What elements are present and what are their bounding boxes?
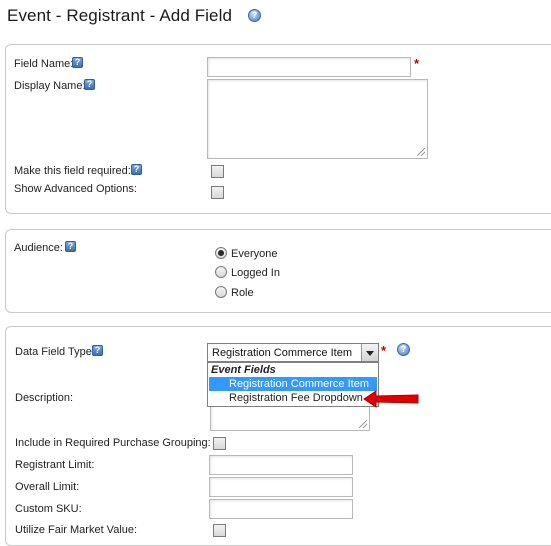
data-field-type-dropdown: Event Fields Registration Commerce Item …	[207, 362, 379, 407]
field-name-help-icon[interactable]: ?	[72, 57, 83, 68]
display-name-help-icon[interactable]: ?	[84, 79, 95, 90]
fair-market-value-label: Utilize Fair Market Value:	[15, 524, 138, 536]
registrant-limit-label: Registrant Limit:	[15, 459, 95, 471]
required-asterisk: *	[414, 56, 420, 71]
field-name-label: Field Name:	[14, 58, 74, 70]
advanced-options-checkbox[interactable]	[211, 186, 224, 199]
data-field-type-value: Registration Commerce Item	[212, 347, 352, 359]
required-help-icon[interactable]: ?	[131, 164, 142, 175]
dropdown-group-label: Event Fields	[211, 364, 276, 376]
grouping-checkbox[interactable]	[213, 437, 226, 450]
fair-market-value-checkbox[interactable]	[213, 524, 226, 537]
red-arrow-annotation	[363, 390, 419, 408]
data-field-type-help-icon[interactable]: ?	[92, 345, 103, 356]
data-field-type-required-asterisk: *	[381, 343, 387, 358]
audience-radio-logged-in[interactable]	[215, 266, 227, 278]
resize-grip-icon[interactable]	[359, 420, 367, 428]
dropdown-option-commerce-item[interactable]: Registration Commerce Item	[209, 377, 377, 391]
data-field-type-info-icon[interactable]: ?	[397, 343, 410, 356]
resize-grip-icon[interactable]	[417, 148, 425, 156]
audience-option-role: Role	[231, 287, 254, 299]
dropdown-option-fee-dropdown[interactable]: Registration Fee Dropdown	[209, 391, 377, 405]
overall-limit-input[interactable]	[209, 477, 353, 497]
chevron-down-icon[interactable]	[361, 344, 378, 361]
audience-radio-everyone[interactable]	[215, 247, 227, 259]
data-field-type-label: Data Field Type:	[15, 346, 95, 358]
registrant-limit-input[interactable]	[209, 455, 353, 475]
page-title: Event - Registrant - Add Field	[7, 6, 233, 25]
display-name-textarea[interactable]	[207, 79, 428, 159]
audience-radio-role[interactable]	[215, 286, 227, 298]
audience-label: Audience:	[14, 242, 63, 254]
field-name-input[interactable]	[207, 57, 411, 77]
overall-limit-label: Overall Limit:	[15, 481, 80, 493]
custom-sku-label: Custom SKU:	[15, 503, 82, 515]
custom-sku-input[interactable]	[209, 499, 353, 519]
required-label: Make this field required:	[14, 165, 131, 177]
audience-option-everyone: Everyone	[231, 248, 278, 260]
description-label: Description:	[15, 392, 74, 404]
display-name-label: Display Name:	[14, 80, 86, 92]
help-icon[interactable]: ?	[248, 9, 261, 22]
audience-help-icon[interactable]: ?	[65, 241, 76, 252]
required-checkbox[interactable]	[211, 165, 224, 178]
advanced-options-label: Show Advanced Options:	[14, 183, 137, 195]
data-field-type-select[interactable]: Registration Commerce Item	[207, 343, 379, 362]
grouping-label: Include in Required Purchase Grouping:	[15, 437, 211, 449]
audience-option-logged-in: Logged In	[231, 267, 280, 279]
